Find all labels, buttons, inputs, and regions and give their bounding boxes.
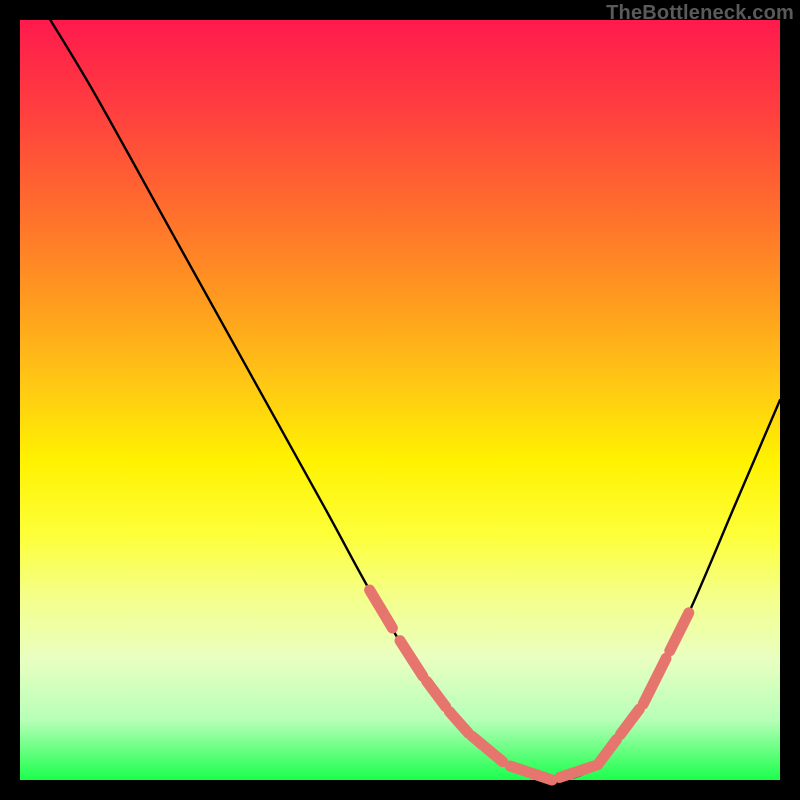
curve-layer (20, 20, 780, 780)
watermark-text: TheBottleneck.com (606, 2, 794, 25)
highlight-seg-right (598, 739, 617, 764)
highlight-seg-left (400, 641, 423, 676)
highlight-seg-trough (472, 736, 502, 761)
highlight-seg-trough (510, 766, 552, 780)
highlight-seg-left (449, 712, 468, 734)
highlight-seg-right (643, 658, 666, 704)
highlight-seg-trough (560, 766, 594, 777)
chart-frame: TheBottleneck.com (0, 0, 800, 800)
plot-area (20, 20, 780, 780)
highlight-seg-right (620, 709, 639, 734)
highlight-seg-left (370, 590, 393, 628)
highlight-seg-right (670, 613, 689, 651)
highlight-segments (370, 590, 689, 780)
highlight-seg-left (427, 681, 446, 706)
